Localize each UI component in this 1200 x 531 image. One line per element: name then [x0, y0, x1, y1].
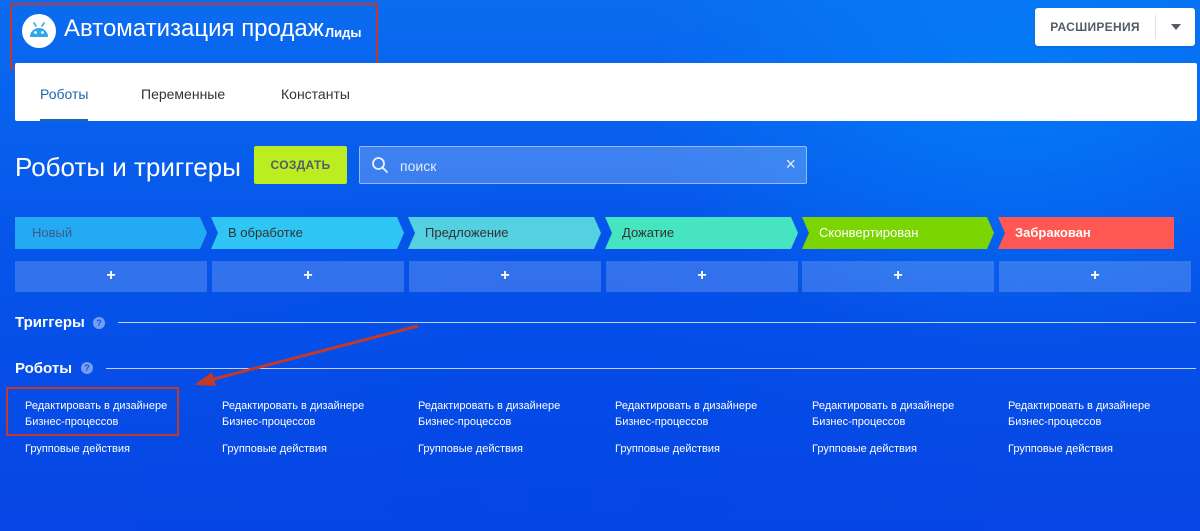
annotation-arrow [194, 324, 419, 386]
